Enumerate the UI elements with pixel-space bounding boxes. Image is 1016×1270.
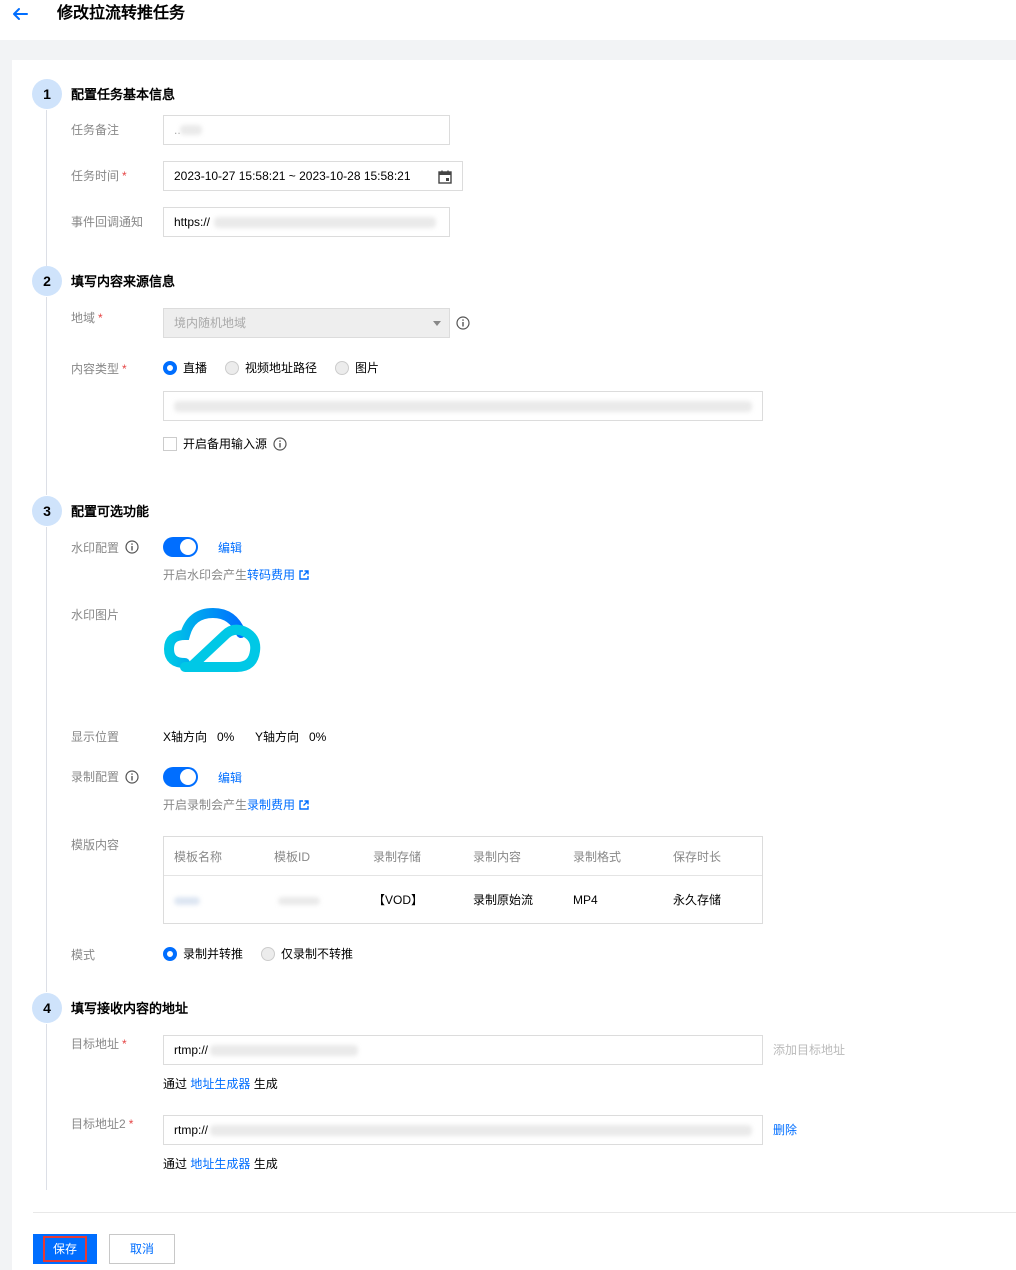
mode-label: 模式 — [71, 948, 96, 962]
step-3-title: 配置可选功能 — [71, 504, 150, 519]
cancel-button[interactable]: 取消 — [109, 1234, 175, 1264]
calendar-icon — [438, 170, 452, 184]
region-select[interactable]: 境内随机地域 — [163, 308, 450, 338]
step-connector — [46, 527, 47, 992]
record-edit-link[interactable]: 编辑 — [218, 771, 242, 785]
th-template-id: 模板ID — [274, 850, 311, 864]
radio-video-path[interactable] — [225, 361, 239, 375]
info-icon[interactable] — [125, 770, 139, 784]
callback-label: 事件回调通知 — [71, 215, 144, 229]
template-label: 模版内容 — [71, 838, 120, 852]
info-icon[interactable] — [125, 540, 139, 554]
step-connector — [46, 297, 47, 495]
backup-source-label: 开启备用输入源 — [183, 437, 268, 451]
target1-input[interactable]: rtmp:// — [163, 1035, 763, 1065]
td-record-format: MP4 — [573, 893, 598, 907]
redacted — [174, 401, 752, 412]
info-icon[interactable] — [273, 437, 287, 451]
footer-divider — [33, 1212, 1016, 1213]
radio-image[interactable] — [335, 361, 349, 375]
watermark-edit-link[interactable]: 编辑 — [218, 541, 242, 555]
step-connector — [46, 110, 47, 268]
radio-record-and-push[interactable] — [163, 947, 177, 961]
template-table: 模板名称 模板ID 录制存储 录制内容 录制格式 保存时长 【VOD】 录制原始… — [163, 836, 763, 924]
generator-hint-2: 通过 地址生成器 生成 — [163, 1157, 278, 1171]
callback-input[interactable]: https:// — [163, 207, 450, 237]
target2-input[interactable]: rtmp:// — [163, 1115, 763, 1145]
radio-live-label: 直播 — [183, 361, 208, 375]
y-axis-value: 0% — [309, 730, 327, 744]
remark-input[interactable]: .. — [163, 115, 450, 145]
address-generator-link[interactable]: 地址生成器 — [190, 1077, 250, 1091]
time-range-picker[interactable]: 2023-10-27 15:58:21 ~ 2023-10-28 15:58:2… — [163, 161, 463, 191]
step-3-badge: 3 — [32, 496, 62, 526]
step-1-badge: 1 — [32, 79, 62, 109]
th-record-storage: 录制存储 — [373, 850, 422, 864]
td-record-storage: 【VOD】 — [373, 893, 424, 907]
x-axis-label: X轴方向 — [163, 730, 208, 744]
redacted — [174, 897, 200, 905]
target1-label: 目标地址 * — [71, 1037, 127, 1051]
radio-image-label: 图片 — [355, 361, 380, 375]
redacted — [214, 217, 436, 228]
cloud-logo-icon — [163, 607, 261, 672]
redacted — [210, 1045, 358, 1056]
step-4-title: 填写接收内容的地址 — [71, 1001, 189, 1016]
record-toggle[interactable] — [163, 767, 198, 787]
watermark-image-label: 水印图片 — [71, 608, 120, 622]
table-header: 模板名称 模板ID 录制存储 录制内容 录制格式 保存时长 — [164, 837, 762, 876]
step-connector — [46, 1024, 47, 1190]
back-arrow-icon[interactable] — [10, 4, 30, 24]
step-1-title: 配置任务基本信息 — [71, 87, 176, 102]
add-target-link[interactable]: 添加目标地址 — [773, 1043, 845, 1057]
record-label: 录制配置 — [71, 770, 120, 784]
step-4-badge: 4 — [32, 993, 62, 1023]
external-link-icon — [299, 800, 309, 810]
remark-label: 任务备注 — [71, 123, 120, 137]
redacted — [210, 1125, 752, 1136]
save-button[interactable]: 保存 — [33, 1234, 97, 1264]
step-2-title: 填写内容来源信息 — [71, 274, 176, 289]
source-url-input[interactable] — [163, 391, 763, 421]
record-fee-link[interactable]: 录制费用 — [247, 798, 295, 812]
generator-hint-1: 通过 地址生成器 生成 — [163, 1077, 278, 1091]
redacted — [180, 125, 202, 135]
td-retention: 永久存储 — [673, 893, 722, 907]
page-header: 修改拉流转推任务 — [0, 0, 1016, 40]
content-type-label: 内容类型 * — [71, 362, 127, 376]
redacted — [278, 897, 320, 905]
th-record-format: 录制格式 — [573, 850, 622, 864]
page-title: 修改拉流转推任务 — [57, 5, 186, 22]
info-icon[interactable] — [456, 316, 470, 330]
backup-source-checkbox[interactable] — [163, 437, 177, 451]
radio-record-and-push-label: 录制并转推 — [183, 947, 244, 961]
radio-video-path-label: 视频地址路径 — [245, 361, 318, 375]
watermark-toggle[interactable] — [163, 537, 198, 557]
time-label: 任务时间 * — [71, 169, 127, 183]
y-axis-label: Y轴方向 — [255, 730, 300, 744]
x-axis-value: 0% — [217, 730, 235, 744]
th-record-content: 录制内容 — [473, 850, 522, 864]
target2-label: 目标地址2 * — [71, 1117, 134, 1131]
address-generator-link[interactable]: 地址生成器 — [190, 1157, 250, 1171]
radio-live[interactable] — [163, 361, 177, 375]
external-link-icon — [299, 570, 309, 580]
td-record-content: 录制原始流 — [473, 893, 534, 907]
step-2-badge: 2 — [32, 266, 62, 296]
transcode-fee-link[interactable]: 转码费用 — [247, 568, 295, 582]
radio-record-only-label: 仅录制不转推 — [281, 947, 354, 961]
th-template-name: 模板名称 — [174, 850, 223, 864]
watermark-fee-note: 开启水印会产生转码费用 — [163, 568, 309, 582]
radio-record-only[interactable] — [261, 947, 275, 961]
position-label: 显示位置 — [71, 730, 120, 744]
delete-target-link[interactable]: 删除 — [773, 1123, 797, 1137]
record-fee-note: 开启录制会产生录制费用 — [163, 798, 309, 812]
watermark-label: 水印配置 — [71, 541, 120, 555]
chevron-down-icon — [433, 321, 441, 326]
th-retention: 保存时长 — [673, 850, 722, 864]
region-label: 地域 * — [71, 311, 103, 325]
